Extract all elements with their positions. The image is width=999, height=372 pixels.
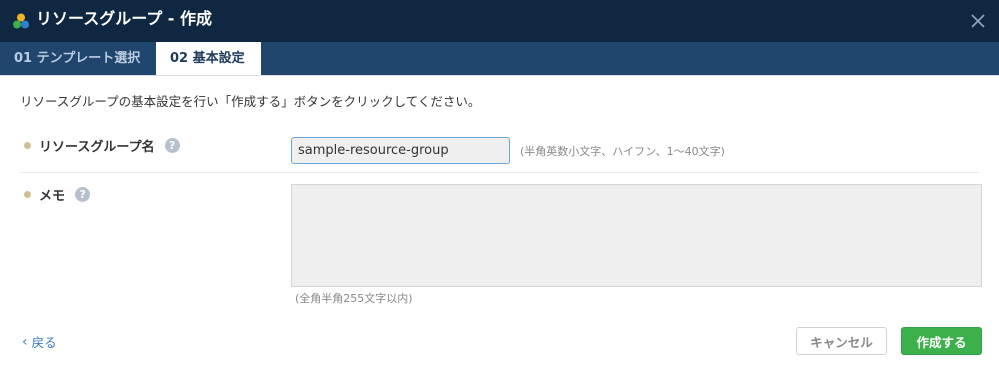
instruction-text: リソースグループの基本設定を行い「作成する」ボタンをクリックしてください。 bbox=[20, 94, 481, 109]
close-button[interactable] bbox=[957, 0, 999, 42]
create-button[interactable]: 作成する bbox=[901, 327, 982, 355]
resource-group-name-label-text: リソースグループ名 bbox=[39, 140, 155, 155]
resource-group-name-hint: (半角英数小文字、ハイフン、1～40文字) bbox=[520, 145, 725, 158]
chevron-left-icon: ‹ bbox=[22, 333, 28, 350]
bullet-dot bbox=[24, 191, 31, 198]
resource-group-name-input[interactable] bbox=[291, 137, 510, 164]
help-icon[interactable]: ? bbox=[75, 187, 91, 202]
wizard-tabs: 01 テンプレート選択 02 基本設定 bbox=[0, 42, 999, 75]
cancel-button[interactable]: キャンセル bbox=[796, 327, 887, 355]
memo-label: メモ ? bbox=[24, 185, 91, 204]
back-link[interactable]: ‹ 戻る bbox=[22, 332, 57, 351]
memo-textarea[interactable] bbox=[291, 184, 982, 287]
resource-group-name-label: リソースグループ名 ? bbox=[24, 136, 180, 155]
resource-group-icon bbox=[13, 13, 29, 29]
bullet-dot bbox=[24, 142, 31, 149]
tab-basic-settings[interactable]: 02 基本設定 bbox=[156, 42, 261, 75]
help-icon[interactable]: ? bbox=[164, 138, 180, 153]
tab-template-select[interactable]: 01 テンプレート選択 bbox=[0, 42, 156, 75]
memo-hint: (全角半角255文字以内) bbox=[295, 292, 413, 305]
back-link-label: 戻る bbox=[31, 335, 57, 350]
tabbar-divider bbox=[0, 75, 999, 76]
memo-label-text: メモ bbox=[39, 189, 66, 204]
row-divider bbox=[20, 172, 979, 173]
close-icon bbox=[971, 14, 985, 28]
dialog-titlebar: リソースグループ - 作成 bbox=[0, 0, 999, 42]
dialog-title: リソースグループ - 作成 bbox=[36, 9, 213, 28]
